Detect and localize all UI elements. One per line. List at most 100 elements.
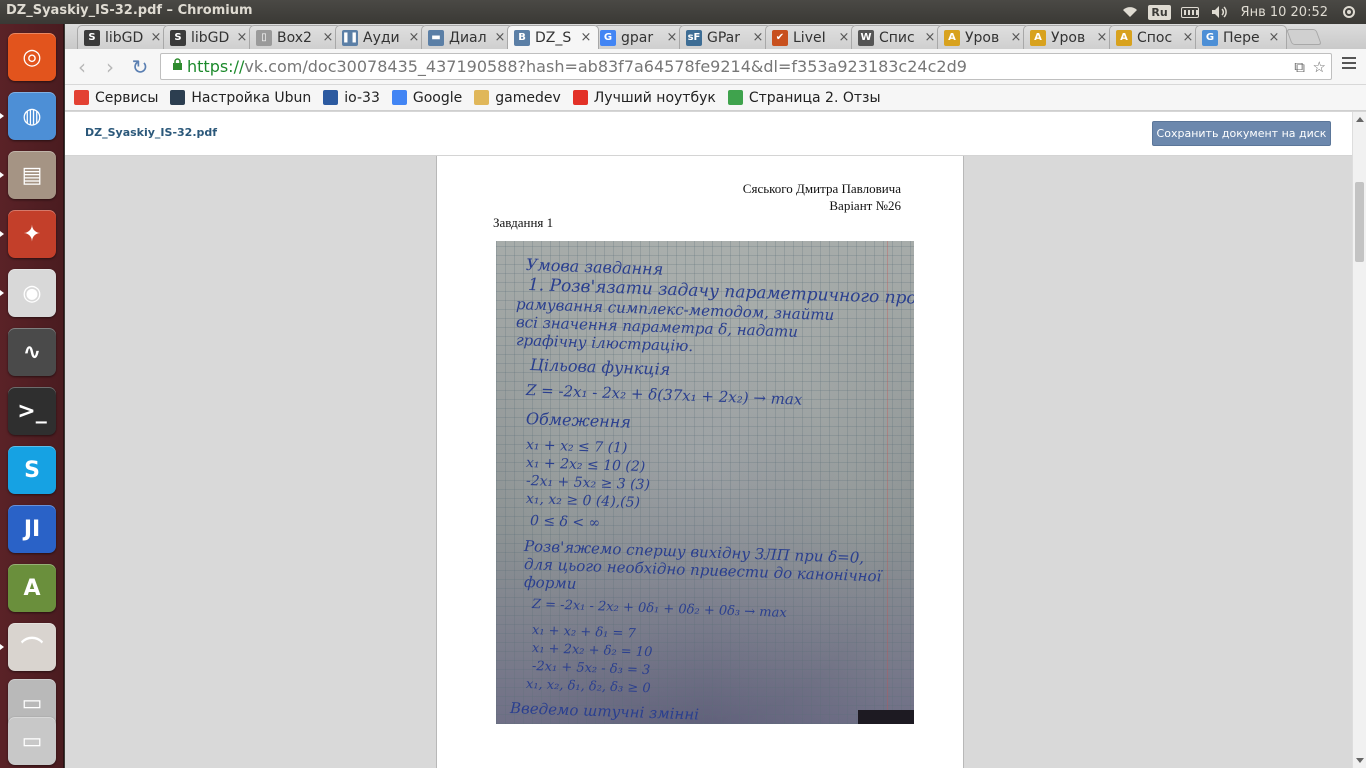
tab-favicon-icon: S — [170, 29, 186, 46]
launcher-item[interactable]: >_ — [5, 384, 59, 438]
keyboard-layout-indicator[interactable]: Ru — [1148, 4, 1171, 20]
bookmark-item[interactable]: Сервисы — [74, 90, 158, 106]
tab-favicon-icon: G — [600, 29, 616, 46]
power-gear-icon[interactable] — [1340, 4, 1358, 20]
tab-close-icon[interactable]: × — [493, 30, 507, 45]
chromium-window: SlibGD × SlibGD × ▯ Box2 × ❚❚ Ауди × ▬ Диал × B DZ_S × G… — [65, 24, 1366, 768]
tab-label: Уров — [1051, 29, 1086, 46]
unity-launcher: ◎ ◍ ▤ ✦ ◉ ∿ >_ S JI A ⌒ ▭ ▭ — [0, 24, 64, 768]
launcher-item[interactable]: JI — [5, 502, 59, 556]
launcher-item[interactable]: ◎ — [5, 30, 59, 84]
keyboard-layout-label: Ru — [1148, 4, 1171, 20]
launcher-item[interactable]: ∿ — [5, 325, 59, 379]
browser-tab[interactable]: Ggpar × — [593, 25, 685, 49]
bookmark-item[interactable]: Настройка Ubun — [170, 90, 311, 106]
lock-icon — [167, 58, 187, 75]
tab-strip: SlibGD × SlibGD × ▯ Box2 × ❚❚ Ауди × ▬ Диал × B DZ_S × G… — [65, 24, 1366, 49]
tab-close-icon[interactable]: × — [321, 30, 335, 45]
tab-label: Уров — [965, 29, 1000, 46]
tab-close-icon[interactable]: × — [1009, 30, 1023, 45]
task-heading: Завдання 1 — [493, 215, 554, 230]
back-button[interactable]: ‹ — [69, 55, 95, 79]
tab-label: Спис — [879, 29, 915, 46]
bookmark-label: io-33 — [344, 89, 380, 106]
new-tab-button[interactable] — [1286, 29, 1322, 45]
save-to-disk-button[interactable]: Сохранить документ на диск — [1152, 121, 1331, 146]
vertical-scrollbar[interactable] — [1352, 112, 1366, 768]
tab-close-icon[interactable]: × — [235, 30, 249, 45]
bookmark-label: Лучший ноутбук — [593, 89, 716, 106]
launcher-item[interactable]: ◉ — [5, 266, 59, 320]
bookmark-item[interactable]: gamedev — [474, 90, 561, 106]
launcher-item[interactable]: ▤ — [5, 148, 59, 202]
launcher-item[interactable]: ▭ — [5, 714, 59, 768]
terminal-icon: >_ — [8, 387, 56, 435]
tab-close-icon[interactable]: × — [837, 30, 851, 45]
wifi-icon[interactable] — [1121, 4, 1139, 20]
tab-favicon-icon: W — [858, 29, 874, 46]
launcher-item[interactable]: ◍ — [5, 89, 59, 143]
running-app-indicator — [0, 231, 4, 237]
clock[interactable]: Янв 10 20:52 — [1241, 5, 1328, 20]
battery-icon[interactable] — [1180, 4, 1199, 20]
bookmark-item[interactable]: Лучший ноутбук — [572, 89, 716, 106]
forward-button[interactable]: › — [97, 55, 123, 79]
browser-tab[interactable]: ❚❚ Ауди × — [335, 25, 427, 49]
skype-icon: S — [8, 446, 56, 494]
browser-tab[interactable]: ▬ Диал × — [421, 25, 513, 49]
browser-tab[interactable]: W Спис × — [851, 25, 943, 49]
browser-tab[interactable]: sF GPar × — [679, 25, 771, 49]
scroll-down-arrow-icon[interactable] — [1356, 758, 1364, 763]
browser-tab[interactable]: A Уров × — [1023, 25, 1115, 49]
scroll-thumb[interactable] — [1355, 182, 1364, 262]
address-bar[interactable]: https://vk.com/doc30078435_437190588?has… — [160, 53, 1332, 80]
bookmark-label: Страница 2. Отзы — [748, 89, 881, 106]
running-app-indicator — [0, 290, 4, 296]
notebook-margin-line — [887, 241, 888, 724]
tab-close-icon[interactable]: × — [407, 30, 421, 45]
handwritten-line: 0 ≤ δ < ∞ — [529, 513, 601, 532]
tab-close-icon[interactable]: × — [1267, 30, 1281, 45]
tab-close-icon[interactable]: × — [149, 30, 163, 45]
pdf-page: Сяського Дмитра Павловича Варіант №26 За… — [436, 142, 964, 768]
tab-close-icon[interactable]: × — [923, 30, 937, 45]
tab-close-icon[interactable]: × — [1095, 30, 1109, 45]
browser-tab[interactable]: A Спос × — [1109, 25, 1201, 49]
handwritten-line: Обмеження — [525, 409, 632, 432]
browser-tab[interactable]: A Уров × — [937, 25, 1029, 49]
launcher-item[interactable]: A — [5, 561, 59, 615]
tab-label: GPar — [707, 29, 740, 46]
browser-tab[interactable]: ✔ LiveI × — [765, 25, 857, 49]
bookmark-item[interactable]: Google — [391, 90, 462, 106]
jetbrains-icon: JI — [8, 505, 56, 553]
launcher-item[interactable]: ⌒ — [5, 620, 59, 674]
bookmark-star-icon[interactable]: ☆ — [1313, 58, 1326, 76]
launcher-item[interactable]: S — [5, 443, 59, 497]
red-square-icon — [572, 90, 588, 105]
browser-tab[interactable]: B DZ_S × — [507, 25, 599, 49]
launcher-item[interactable]: ✦ — [5, 207, 59, 261]
tab-label: Диал — [449, 29, 487, 46]
browser-tab[interactable]: ▯ Box2 × — [249, 25, 341, 49]
browser-tab[interactable]: SlibGD × — [77, 25, 169, 49]
browser-tab[interactable]: SlibGD × — [163, 25, 255, 49]
browser-tab[interactable]: G Пере × — [1195, 25, 1287, 49]
chrome-menu-button[interactable] — [1342, 57, 1356, 73]
tab-close-icon[interactable]: × — [665, 30, 679, 45]
tab-close-icon[interactable]: × — [751, 30, 765, 45]
photo-dark-corner — [858, 710, 914, 724]
translate-icon[interactable]: ⧉ — [1294, 58, 1305, 76]
scroll-up-arrow-icon[interactable] — [1356, 117, 1364, 122]
tab-favicon-icon: ▯ — [256, 29, 272, 46]
bookmark-item[interactable]: io-33 — [323, 90, 380, 106]
tab-label: DZ_S — [535, 29, 572, 46]
folder-icon — [474, 90, 490, 105]
url-scheme: https:// — [187, 57, 245, 76]
tab-close-icon[interactable]: × — [579, 30, 593, 45]
volume-icon[interactable] — [1211, 4, 1229, 20]
reload-button[interactable]: ↻ — [127, 55, 153, 79]
bookmarks-bar: Сервисы Настройка Ubun io-33 Google gamedev Л… — [65, 85, 1366, 111]
tab-close-icon[interactable]: × — [1181, 30, 1195, 45]
bookmark-item[interactable]: Страница 2. Отзы — [727, 89, 881, 106]
tab-label: Ауди — [363, 29, 400, 46]
